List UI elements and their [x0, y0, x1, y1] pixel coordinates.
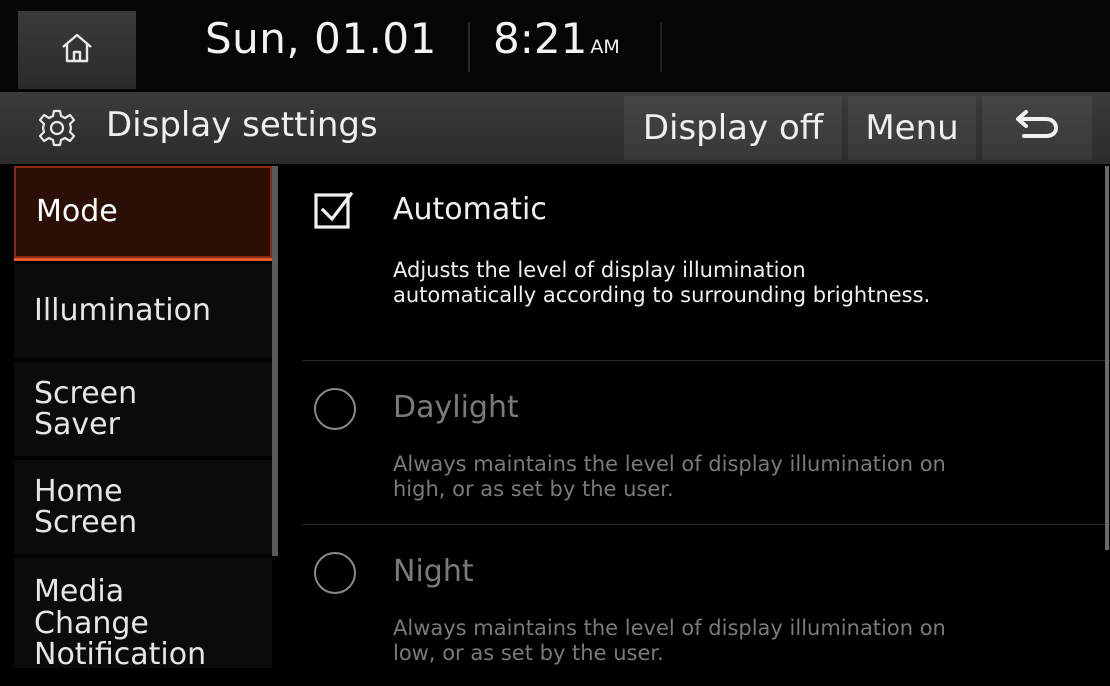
home-icon: [59, 30, 95, 70]
sidebar-item-illumination[interactable]: Illumination: [14, 264, 272, 358]
option-night[interactable]: Night Always maintains the level of disp…: [296, 526, 1096, 686]
display-off-button[interactable]: Display off: [624, 96, 842, 160]
back-arrow-icon: [1014, 108, 1060, 149]
sidebar-item-label: Mode: [36, 194, 118, 230]
sidebar-item-home-screen[interactable]: Home Screen: [14, 460, 272, 554]
status-divider: [660, 22, 662, 72]
active-indicator: [14, 258, 272, 261]
option-automatic[interactable]: Automatic Adjusts the level of display i…: [296, 166, 1096, 360]
radio-unchecked-icon[interactable]: [314, 388, 356, 430]
sidebar-item-label: Screen Saver: [34, 375, 138, 442]
status-divider: [468, 22, 470, 72]
sidebar-item-screen-saver[interactable]: Screen Saver: [14, 362, 272, 456]
menu-button[interactable]: Menu: [848, 96, 976, 160]
radio-unchecked-icon[interactable]: [314, 552, 356, 594]
checkbox-checked-icon[interactable]: [314, 190, 354, 230]
option-label: Automatic: [393, 192, 547, 227]
options-list: Automatic Adjusts the level of display i…: [296, 166, 1110, 665]
title-bar: Display settings Display off Menu: [0, 92, 1110, 164]
divider: [302, 360, 1110, 361]
gear-icon: [37, 108, 77, 148]
time-display: 8:21: [493, 14, 588, 63]
divider: [302, 524, 1110, 525]
sidebar-item-mode[interactable]: Mode: [14, 166, 272, 258]
option-label: Night: [393, 554, 474, 589]
option-daylight[interactable]: Daylight Always maintains the level of d…: [296, 362, 1096, 522]
sidebar-item-label: Media Change Notification: [34, 574, 207, 672]
back-button[interactable]: [982, 96, 1092, 160]
content-scrollbar[interactable]: [1105, 166, 1109, 550]
sidebar-item-media-change-notification[interactable]: Media Change Notification: [14, 558, 272, 672]
ampm-indicator: AM: [590, 36, 620, 58]
status-bar: Sun, 01.01 8:21 AM: [0, 0, 1110, 90]
sidebar-scrollbar[interactable]: [272, 166, 278, 556]
home-button[interactable]: [18, 11, 136, 89]
option-label: Daylight: [393, 390, 519, 425]
page-title: Display settings: [106, 105, 378, 145]
clock: 8:21 AM: [493, 14, 620, 63]
sidebar-item-label: Illumination: [34, 293, 211, 329]
option-description: Always maintains the level of display il…: [393, 616, 946, 665]
option-description: Adjusts the level of display illuminatio…: [393, 258, 931, 307]
date-display: Sun, 01.01: [205, 14, 437, 63]
sidebar-item-label: Home Screen: [34, 473, 138, 540]
option-description: Always maintains the level of display il…: [393, 452, 946, 501]
